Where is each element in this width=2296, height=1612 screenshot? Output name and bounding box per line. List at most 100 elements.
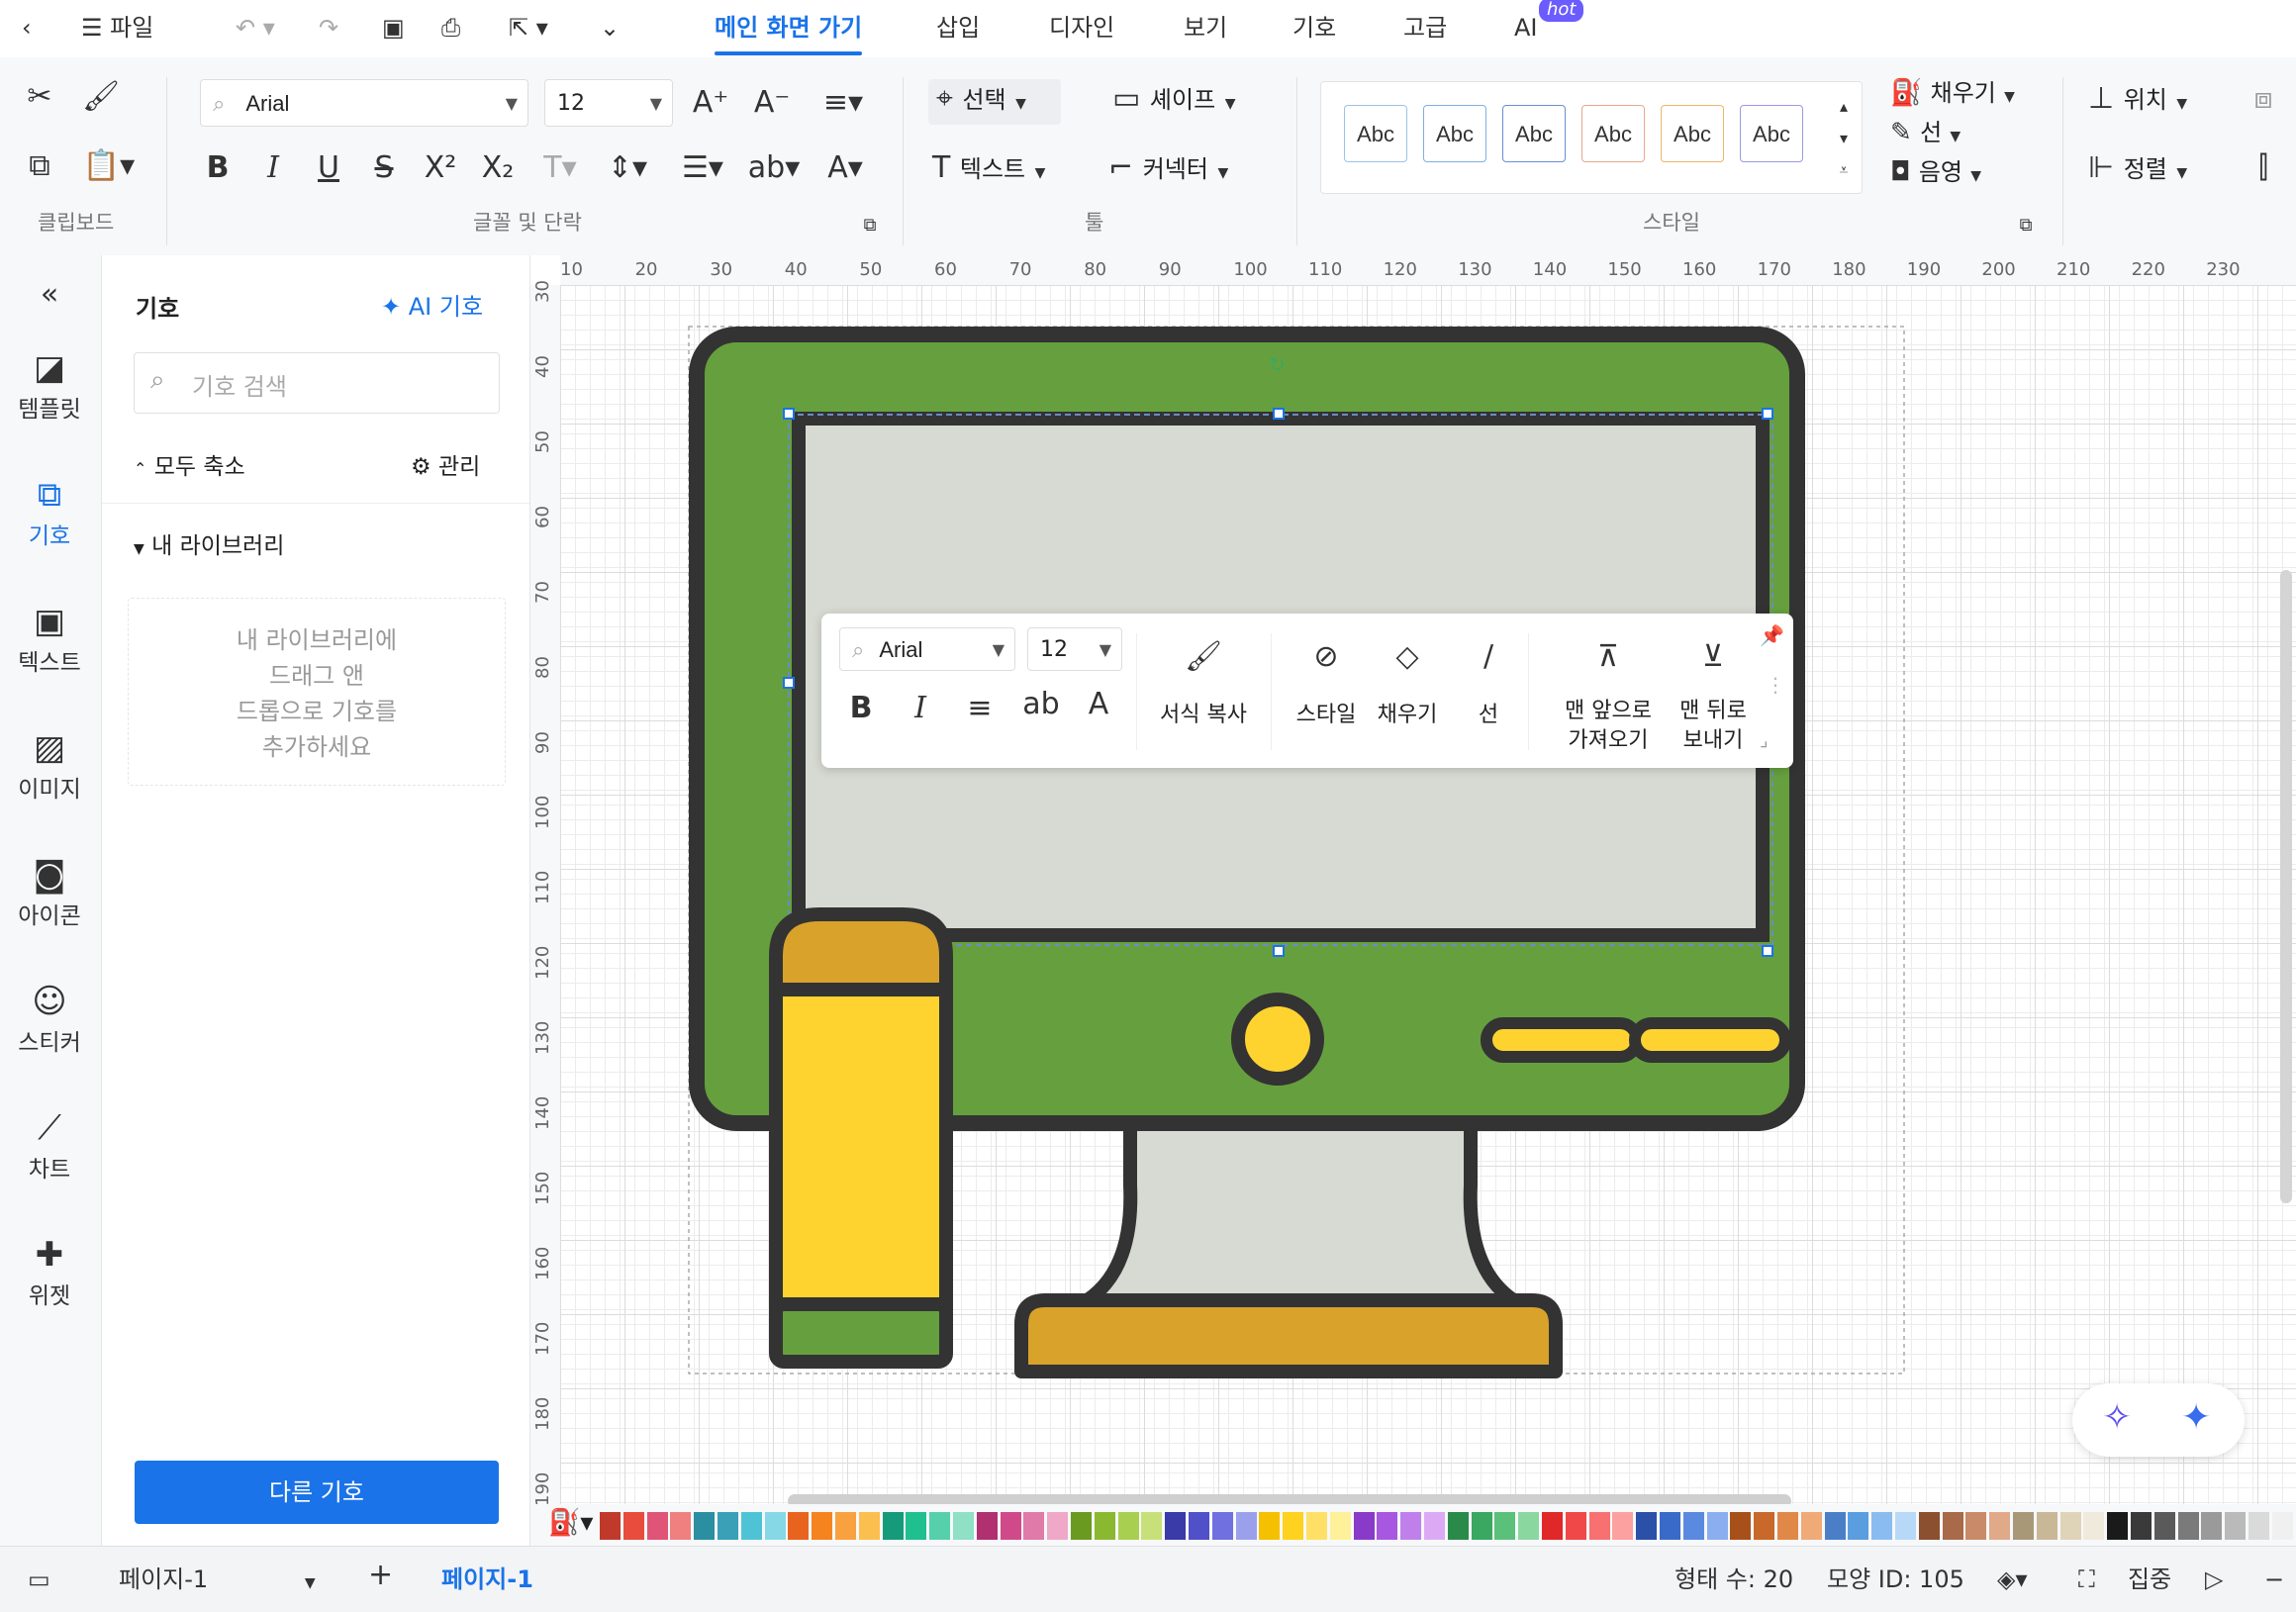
color-swatch[interactable] [788, 1512, 810, 1540]
color-swatch[interactable] [812, 1512, 833, 1540]
float-case-button[interactable]: ab [1019, 685, 1063, 724]
color-swatch[interactable] [1612, 1512, 1634, 1540]
layers-icon[interactable]: ◈▾ [1997, 1563, 2028, 1596]
color-swatch[interactable] [622, 1512, 644, 1540]
undo-icon[interactable]: ↶ ▾ [236, 10, 275, 46]
vertical-scrollbar[interactable] [2280, 570, 2292, 1203]
connector-tool-button[interactable]: ⌐ 커넥터 ▼ [1108, 148, 1267, 193]
back-icon[interactable]: ‹ [22, 10, 32, 46]
bring-to-front-button[interactable]: 맨 앞으로 가져오기 [1544, 697, 1673, 756]
color-swatch[interactable] [1306, 1512, 1327, 1540]
float-bold-button[interactable]: B [841, 689, 881, 728]
resize-handle[interactable] [1273, 408, 1285, 420]
color-swatch[interactable] [1588, 1512, 1610, 1540]
bold-button[interactable]: B [198, 148, 238, 188]
monitor-stand-neck[interactable] [1074, 1111, 1527, 1311]
shape-tool-button[interactable]: ▭ 셰이프 ▼ [1112, 79, 1261, 124]
cup-body[interactable] [769, 983, 953, 1311]
symbol-search-input[interactable]: ⌕ 기호 검색 [134, 352, 500, 414]
color-swatch[interactable] [1023, 1512, 1045, 1540]
color-swatch[interactable] [1800, 1512, 1822, 1540]
print-icon[interactable]: ⎙ [441, 10, 460, 46]
fill-color-picker-icon[interactable]: ⛽▾ [548, 1508, 593, 1538]
group-icon[interactable]: ⧈ [2239, 79, 2288, 119]
pin-icon[interactable]: 📌 [1760, 623, 1784, 647]
color-swatch[interactable] [1400, 1512, 1422, 1540]
tab-symbol[interactable]: 기호 [1292, 10, 1336, 46]
text-case-button[interactable]: ab▾ [744, 148, 804, 188]
rail-item-template[interactable]: ◪ 템플릿 [0, 346, 99, 424]
tab-design[interactable]: 디자인 [1049, 10, 1114, 46]
font-color-button[interactable]: A▾ [817, 148, 873, 188]
text-style-icon[interactable]: T▾ [532, 148, 588, 188]
resize-handle[interactable] [1273, 945, 1285, 957]
color-swatch[interactable] [1918, 1512, 1940, 1540]
color-swatch[interactable] [1518, 1512, 1540, 1540]
rail-item-sticker[interactable]: ☺ 스티커 [0, 980, 99, 1057]
dialog-launcher-icon[interactable]: ⧉ [2013, 206, 2039, 245]
position-button[interactable]: ⊥ 위치 ▼ [2088, 79, 2247, 124]
color-swatch[interactable] [1189, 1512, 1209, 1540]
color-swatch[interactable] [882, 1512, 904, 1540]
color-swatch[interactable] [1871, 1512, 1893, 1540]
resize-handle[interactable] [1762, 945, 1773, 957]
color-swatch[interactable] [1565, 1512, 1586, 1540]
tab-ai[interactable]: AI [1514, 10, 1538, 46]
color-swatch[interactable] [976, 1512, 998, 1540]
add-page-icon[interactable]: + [368, 1559, 393, 1592]
color-swatch[interactable] [1235, 1512, 1257, 1540]
color-swatch[interactable] [1682, 1512, 1704, 1540]
export-icon[interactable]: ⇱ ▾ [509, 10, 548, 46]
color-swatch[interactable] [1660, 1512, 1680, 1540]
redo-icon[interactable]: ↷ [319, 10, 338, 46]
resize-handle[interactable] [783, 408, 795, 420]
rail-item-text[interactable]: ▣ 텍스트 [0, 600, 99, 677]
bring-to-front-icon[interactable]: ⊼ [1554, 637, 1663, 677]
color-swatch[interactable] [1447, 1512, 1469, 1540]
color-swatch[interactable] [764, 1512, 786, 1540]
color-swatch[interactable] [2013, 1512, 2034, 1540]
ai-sparkle-icon[interactable]: ✦ [2181, 1397, 2211, 1438]
indicator-slot[interactable] [1629, 1017, 1791, 1063]
drag-handle-icon[interactable]: ⋮ [1766, 673, 1785, 697]
color-swatch[interactable] [2107, 1512, 2129, 1540]
gallery-expand-icon[interactable]: ⩡ [1829, 150, 1859, 190]
line-spacing-icon[interactable]: ⇕▾ [598, 148, 657, 188]
color-swatch[interactable] [1165, 1512, 1187, 1540]
color-swatch[interactable] [1706, 1512, 1728, 1540]
float-italic-button[interactable]: I [901, 689, 940, 728]
collapse-rail-icon[interactable]: « [0, 277, 99, 312]
tab-home[interactable]: 메인 화면 가기 [715, 10, 863, 55]
rail-item-chart[interactable]: ⟋ 차트 [0, 1106, 99, 1184]
color-swatch[interactable] [1471, 1512, 1492, 1540]
color-swatch[interactable] [600, 1512, 621, 1540]
send-to-back-icon[interactable]: ⊻ [1669, 637, 1758, 677]
color-swatch[interactable] [1377, 1512, 1398, 1540]
strikethrough-button[interactable]: S [364, 148, 404, 188]
align-button[interactable]: ⊩ 정렬 ▼ [2088, 148, 2247, 193]
zoom-out-icon[interactable]: − [2264, 1563, 2284, 1596]
manage-button[interactable]: ⚙ 관리 [411, 447, 480, 481]
power-button[interactable] [1231, 993, 1324, 1086]
color-swatch[interactable] [2131, 1512, 2152, 1540]
color-swatch[interactable] [2225, 1512, 2247, 1540]
float-size-select[interactable]: 12 ▼ [1027, 627, 1122, 671]
color-swatch[interactable] [929, 1512, 951, 1540]
collapse-toolbar-icon[interactable]: ⌟ [1760, 730, 1768, 751]
arrange-icon[interactable]: ⫿ [2239, 148, 2288, 188]
color-swatch[interactable] [2201, 1512, 2223, 1540]
float-style-label[interactable]: 스타일 [1283, 701, 1370, 730]
color-swatch[interactable] [2177, 1512, 2199, 1540]
style-sample[interactable]: Abc [1740, 105, 1803, 162]
float-fill-icon[interactable]: ◇ [1368, 637, 1447, 677]
float-font-color-button[interactable]: A [1079, 685, 1118, 724]
rail-item-image[interactable]: ▨ 이미지 [0, 726, 99, 804]
color-swatch[interactable] [1071, 1512, 1092, 1540]
dialog-launcher-icon[interactable]: ⧉ [857, 206, 883, 245]
resize-handle[interactable] [783, 677, 795, 689]
color-swatch[interactable] [2083, 1512, 2105, 1540]
color-swatch[interactable] [1848, 1512, 1869, 1540]
float-format-painter-label[interactable]: 서식 복사 [1140, 701, 1267, 730]
my-library-toggle[interactable]: ▼ 내 라이브러리 [134, 526, 284, 560]
page-tab-active[interactable]: 페이지-1 [441, 1563, 533, 1596]
